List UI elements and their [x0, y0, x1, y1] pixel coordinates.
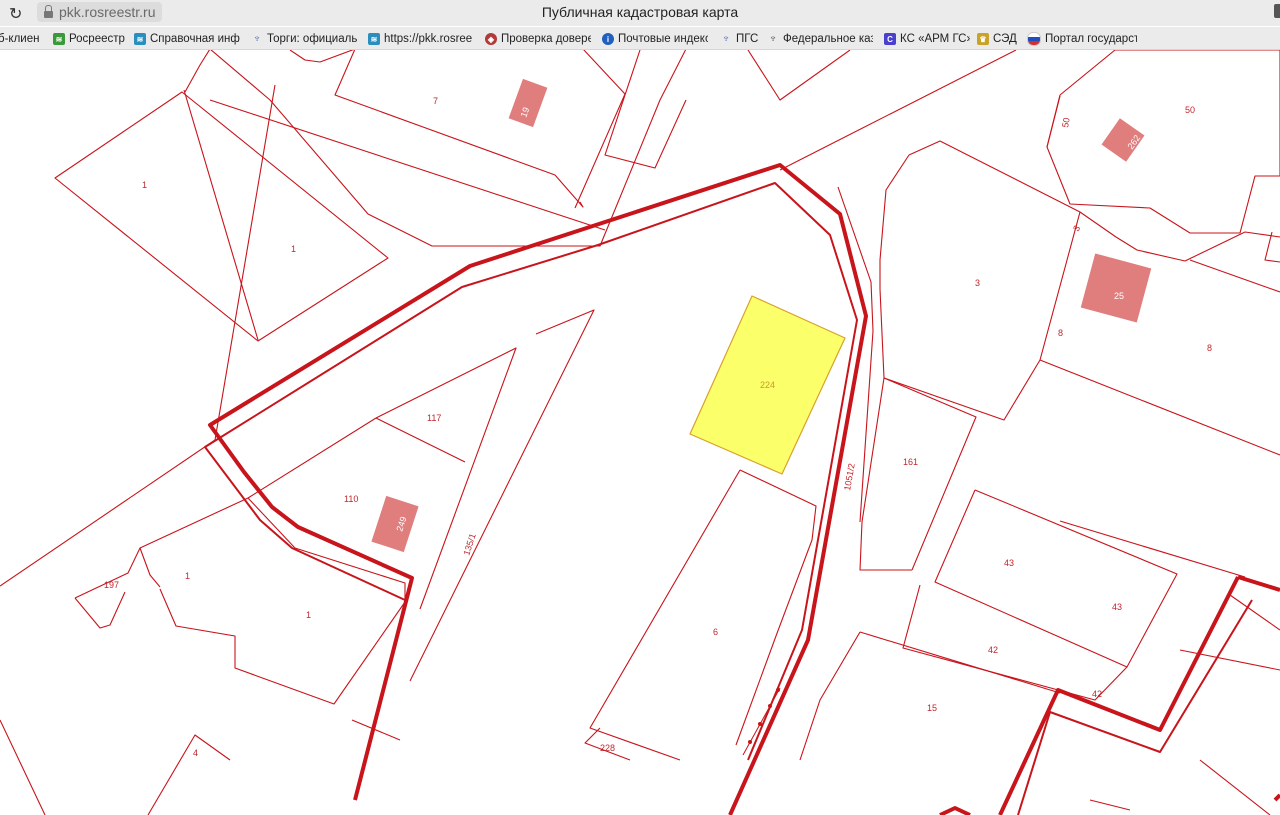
bookmark-item[interactable]: ≋ Росреестр	[53, 31, 127, 47]
bookmark-label: Торги: официальн	[267, 33, 357, 45]
bookmark-label: Портал государст	[1045, 33, 1137, 45]
bookmark-label: б-клиен	[0, 33, 40, 45]
parcel-label: 4	[193, 748, 198, 758]
bookmark-label: Проверка довере	[501, 33, 591, 45]
building-25[interactable]	[1080, 253, 1152, 323]
bookmark-item[interactable]: ♛ СЭД	[977, 31, 1019, 47]
bookmark-label: Почтовые индекс	[618, 33, 708, 45]
bookmark-label: ПГС	[736, 33, 759, 45]
parcel-label: 3	[975, 278, 980, 288]
parcel-label: 110	[344, 494, 358, 504]
bookmarks-bar: б-клиен ≋ Росреестр ≋ Справочная инфо ♆ Тор…	[0, 27, 1280, 50]
parcel-label: 15	[927, 703, 937, 713]
bookmark-item[interactable]: ≋ https://pkk.rosree	[368, 31, 474, 47]
bookmark-label: Федеральное каз	[783, 33, 873, 45]
eagle-icon: ♆	[252, 33, 262, 45]
rosreestr-icon: ≋	[134, 33, 146, 45]
parcel-label: 43	[1004, 558, 1014, 568]
bookmark-label: Росреестр	[69, 33, 125, 45]
parcel-label: 161	[903, 457, 918, 467]
building-label: 25	[1114, 291, 1124, 301]
parcel-label: 1	[306, 610, 311, 620]
building-19[interactable]	[508, 78, 548, 128]
parcel-label: 135/1	[461, 532, 477, 557]
parcel-label: 50	[1060, 117, 1072, 129]
parcel-label: 1051/2	[842, 462, 857, 491]
bookmark-item[interactable]: ♆ Торги: официальн	[251, 31, 357, 47]
bookmark-label: СЭД	[993, 33, 1017, 45]
bookmark-item[interactable]: ♆ Федеральное каз	[767, 31, 873, 47]
bookmark-item[interactable]: i Почтовые индекс	[602, 31, 708, 47]
parcel-label: 43	[1112, 602, 1122, 612]
parcel-label: 197	[104, 580, 119, 590]
parcel-label: 224	[760, 380, 775, 390]
bookmark-item[interactable]: ♆ ПГС	[720, 31, 760, 47]
parcel-label: 8	[1058, 328, 1063, 338]
parcel-label: 8	[1207, 343, 1212, 353]
shield-icon: ◈	[485, 33, 497, 45]
eagle-icon: ♆	[768, 33, 778, 45]
bookmark-item[interactable]: ◈ Проверка довере	[485, 31, 591, 47]
info-icon: i	[602, 33, 614, 45]
parcel-label: 117	[427, 413, 441, 423]
parcel-label: 7	[433, 96, 438, 106]
flag-icon	[1027, 32, 1041, 46]
map-labels: 7 19 50 50 262 1 1 3 3 25 8 8 224 117 11…	[104, 96, 1212, 758]
building-249[interactable]	[371, 495, 419, 553]
parcel-label: 6	[713, 627, 718, 637]
parcel-label: 42	[1092, 689, 1102, 699]
parcel-label: 42	[988, 645, 998, 655]
parcel-label: 50	[1185, 105, 1195, 115]
c-icon: C	[884, 33, 896, 45]
bookmark-item[interactable]: Портал государст	[1027, 31, 1137, 47]
cadastral-map[interactable]: 7 19 50 50 262 1 1 3 3 25 8 8 224 117 11…	[0, 50, 1280, 815]
bookmark-item[interactable]: б-клиен	[0, 31, 44, 47]
parcel-label: 228	[600, 743, 615, 753]
bookmark-item[interactable]: ≋ Справочная инфо	[134, 31, 240, 47]
bookmark-item[interactable]: C КС «АРМ ГС»	[884, 31, 970, 47]
bookmark-label: https://pkk.rosree	[384, 33, 473, 45]
bookmark-label: Справочная инфо	[150, 33, 240, 45]
browser-titlebar: ↻ pkk.rosreestr.ru Публичная кадастровая…	[0, 0, 1280, 26]
rosreestr-icon: ≋	[53, 33, 65, 45]
rosreestr-icon: ≋	[368, 33, 380, 45]
crest-icon: ♛	[977, 33, 989, 45]
bookmark-label: КС «АРМ ГС»	[900, 33, 970, 45]
bookmark-corner-icon[interactable]	[1274, 4, 1280, 18]
parcel-label: 1	[291, 244, 296, 254]
page-title: Публичная кадастровая карта	[541, 4, 739, 20]
eagle-icon: ♆	[721, 33, 731, 45]
parcel-label: 1	[142, 180, 147, 190]
parcel-label: 1	[185, 571, 190, 581]
